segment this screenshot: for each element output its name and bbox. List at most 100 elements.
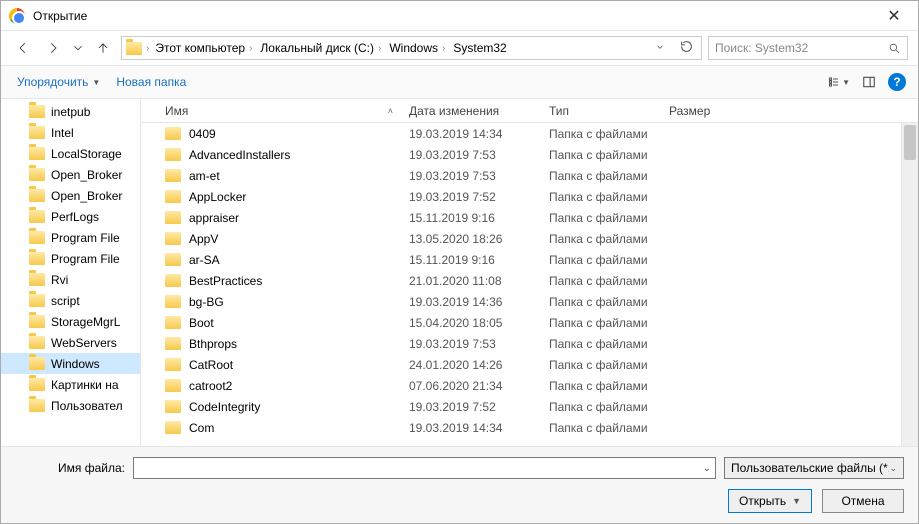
cell-date: 19.03.2019 7:53 [401, 337, 541, 351]
filename-input[interactable]: ⌄ [133, 457, 716, 479]
sidebar-item[interactable]: Open_Broker [1, 185, 140, 206]
table-row[interactable]: appraiser15.11.2019 9:16Папка с файлами [141, 207, 918, 228]
folder-icon [165, 127, 181, 140]
breadcrumb-label: Windows [389, 41, 438, 55]
open-button[interactable]: Открыть ▼ [728, 489, 812, 513]
folder-icon [126, 42, 142, 55]
folder-icon [29, 210, 45, 223]
sidebar-item[interactable]: Intel [1, 122, 140, 143]
sidebar-item[interactable]: Open_Broker [1, 164, 140, 185]
chevron-right-icon: › [146, 43, 149, 54]
folder-icon [165, 316, 181, 329]
table-row[interactable]: AppV13.05.2020 18:26Папка с файлами [141, 228, 918, 249]
sidebar-item-label: LocalStorage [51, 147, 122, 161]
new-folder-button[interactable]: Новая папка [112, 73, 190, 91]
footer: Имя файла: ⌄ Пользовательские файлы (*.j… [1, 446, 918, 523]
table-row[interactable]: 040919.03.2019 14:34Папка с файлами [141, 123, 918, 144]
breadcrumb[interactable]: Windows› [387, 41, 447, 55]
cell-type: Папка с файлами [541, 169, 661, 183]
column-size[interactable]: Размер [661, 104, 741, 118]
file-name: Boot [189, 316, 214, 330]
sidebar-item[interactable]: StorageMgrL [1, 311, 140, 332]
folder-icon [165, 148, 181, 161]
sidebar-item[interactable]: Картинки на [1, 374, 140, 395]
file-name: AppLocker [189, 190, 246, 204]
folder-icon [165, 337, 181, 350]
table-row[interactable]: Com19.03.2019 14:34Папка с файлами [141, 417, 918, 438]
table-row[interactable]: Bthprops19.03.2019 7:53Папка с файлами [141, 333, 918, 354]
sidebar-item[interactable]: LocalStorage [1, 143, 140, 164]
table-row[interactable]: Boot15.04.2020 18:05Папка с файлами [141, 312, 918, 333]
folder-icon [165, 358, 181, 371]
folder-icon [165, 379, 181, 392]
refresh-button[interactable] [675, 40, 697, 56]
table-row[interactable]: BestPractices21.01.2020 11:08Папка с фай… [141, 270, 918, 291]
search-input[interactable]: Поиск: System32 [708, 36, 908, 60]
table-row[interactable]: CodeIntegrity19.03.2019 7:52Папка с файл… [141, 396, 918, 417]
file-name: bg-BG [189, 295, 224, 309]
folder-icon [29, 357, 45, 370]
sidebar-item[interactable]: Windows [1, 353, 140, 374]
breadcrumb[interactable]: Локальный диск (C:)› [258, 41, 383, 55]
cell-name: Com [141, 421, 401, 435]
table-row[interactable]: AdvancedInstallers19.03.2019 7:53Папка с… [141, 144, 918, 165]
file-name: ar-SA [189, 253, 220, 267]
sidebar-item[interactable]: WebServers [1, 332, 140, 353]
forward-button[interactable] [41, 36, 65, 60]
sidebar-item[interactable]: Program File [1, 227, 140, 248]
folder-icon [29, 378, 45, 391]
table-row[interactable]: bg-BG19.03.2019 14:36Папка с файлами [141, 291, 918, 312]
table-row[interactable]: CatRoot24.01.2020 14:26Папка с файлами [141, 354, 918, 375]
filename-field[interactable] [138, 460, 703, 476]
table-row[interactable]: AppLocker19.03.2019 7:52Папка с файлами [141, 186, 918, 207]
sidebar-item[interactable]: Program File [1, 248, 140, 269]
table-row[interactable]: catroot207.06.2020 21:34Папка с файлами [141, 375, 918, 396]
folder-icon [165, 295, 181, 308]
file-name: 0409 [189, 127, 216, 141]
column-headers: Имя˄ Дата изменения Тип Размер [141, 99, 918, 123]
close-button[interactable]: ✕ [874, 6, 914, 26]
cancel-button[interactable]: Отмена [822, 489, 904, 513]
address-dropdown[interactable] [649, 41, 671, 55]
breadcrumb[interactable]: Этот компьютер› [153, 41, 254, 55]
scroll-thumb[interactable] [904, 125, 916, 160]
filter-label: Пользовательские файлы (*.jp [731, 461, 889, 475]
cancel-label: Отмена [841, 494, 884, 508]
open-label: Открыть [739, 494, 786, 508]
breadcrumb-label: Этот компьютер [155, 41, 245, 55]
file-name: catroot2 [189, 379, 232, 393]
address-bar[interactable]: › Этот компьютер› Локальный диск (C:)› W… [121, 36, 702, 60]
view-options-button[interactable]: ▼ [828, 71, 850, 93]
titlebar: Открытие ✕ [1, 1, 918, 31]
recent-dropdown[interactable] [71, 36, 85, 60]
file-filter-dropdown[interactable]: Пользовательские файлы (*.jp ⌄ [724, 457, 904, 479]
table-row[interactable]: ar-SA15.11.2019 9:16Папка с файлами [141, 249, 918, 270]
sidebar-item[interactable]: inetpub [1, 101, 140, 122]
cell-name: ar-SA [141, 253, 401, 267]
folder-icon [29, 126, 45, 139]
chevron-down-icon: ▼ [792, 496, 801, 506]
sidebar-item[interactable]: Пользовател [1, 395, 140, 416]
sidebar-item[interactable]: script [1, 290, 140, 311]
filename-dropdown[interactable]: ⌄ [703, 463, 711, 474]
up-button[interactable] [91, 36, 115, 60]
cell-name: appraiser [141, 211, 401, 225]
chevron-down-icon [71, 41, 85, 55]
sidebar-item[interactable]: Rvi [1, 269, 140, 290]
organize-button[interactable]: Упорядочить ▼ [13, 73, 104, 91]
column-date[interactable]: Дата изменения [401, 104, 541, 118]
cell-name: CodeIntegrity [141, 400, 401, 414]
help-button[interactable]: ? [888, 73, 906, 91]
back-button[interactable] [11, 36, 35, 60]
arrow-left-icon [16, 41, 30, 55]
breadcrumb[interactable]: System32 [451, 41, 508, 55]
column-name[interactable]: Имя˄ [141, 104, 401, 118]
cell-type: Папка с файлами [541, 400, 661, 414]
scrollbar[interactable] [901, 123, 918, 446]
preview-pane-button[interactable] [858, 71, 880, 93]
column-type[interactable]: Тип [541, 104, 661, 118]
sidebar-item[interactable]: PerfLogs [1, 206, 140, 227]
sort-indicator-icon: ˄ [388, 106, 393, 116]
table-row[interactable]: am-et19.03.2019 7:53Папка с файлами [141, 165, 918, 186]
file-name: CodeIntegrity [189, 400, 260, 414]
